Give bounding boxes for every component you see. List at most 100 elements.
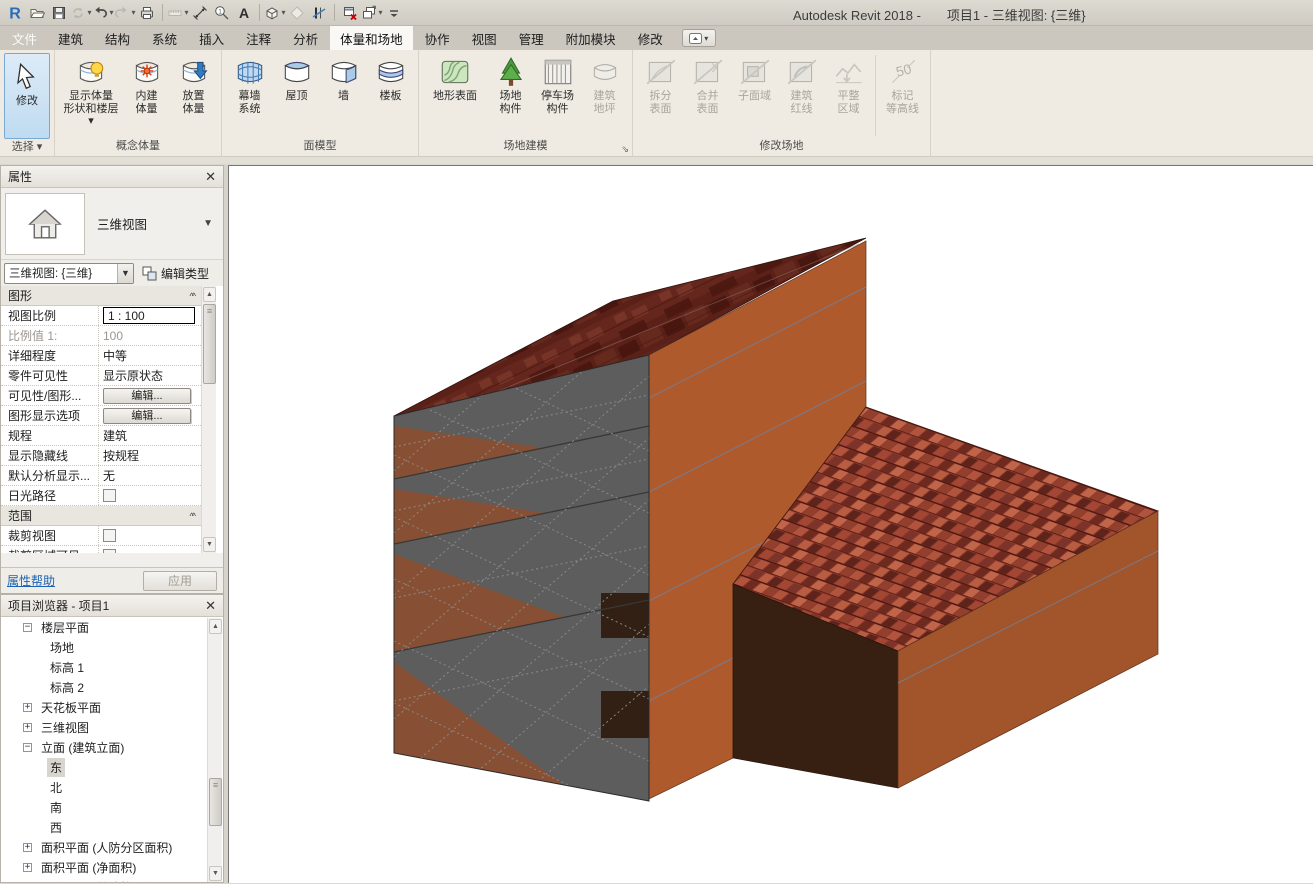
properties-help-link[interactable]: 属性帮助: [7, 572, 55, 589]
properties-scrollbar[interactable]: ▲ ▼: [201, 286, 216, 553]
expand-icon[interactable]: +: [23, 703, 32, 712]
scroll-down-icon[interactable]: ▼: [209, 866, 222, 881]
measure-icon[interactable]: ▾: [167, 2, 189, 24]
chevron-down-icon[interactable]: ▾: [87, 8, 91, 17]
property-value[interactable]: [99, 549, 201, 553]
checkbox[interactable]: [103, 549, 116, 553]
tab-体量和场地[interactable]: 体量和场地: [330, 26, 413, 50]
undo-icon[interactable]: ▾: [92, 2, 114, 24]
button-标记等高线[interactable]: 50标记 等高线: [879, 53, 926, 116]
tree-item-场地[interactable]: 场地: [1, 637, 223, 657]
button-平整区域[interactable]: 平整 区域: [825, 53, 872, 116]
drawing-area[interactable]: [228, 165, 1313, 883]
button-楼板[interactable]: 楼板: [367, 53, 414, 104]
switch-windows-icon[interactable]: ▾: [361, 2, 383, 24]
edit-button[interactable]: 编辑...: [103, 408, 191, 424]
section-icon[interactable]: [286, 2, 308, 24]
tab-注释[interactable]: 注释: [236, 26, 281, 50]
tree-item-三维视图[interactable]: +三维视图: [1, 717, 223, 737]
thin-lines-icon[interactable]: [308, 2, 330, 24]
panel-expander-icon[interactable]: ⇘: [621, 141, 629, 158]
collapse-icon[interactable]: −: [23, 623, 32, 632]
property-value[interactable]: 1 : 100: [99, 307, 201, 324]
tree-item-立面 (建筑立面)[interactable]: −立面 (建筑立面): [1, 737, 223, 757]
checkbox[interactable]: [103, 489, 116, 502]
button-场地构件[interactable]: 场地 构件: [487, 53, 534, 116]
checkbox[interactable]: [103, 529, 116, 542]
edit-type-button[interactable]: 编辑类型: [141, 265, 209, 282]
button-屋顶[interactable]: 屋顶: [273, 53, 320, 104]
tab-文件[interactable]: 文件: [3, 26, 46, 50]
customize-qat-icon[interactable]: [383, 2, 405, 24]
redo-icon[interactable]: ▾: [114, 2, 136, 24]
tab-结构[interactable]: 结构: [95, 26, 140, 50]
button-墙[interactable]: 墙: [320, 53, 367, 104]
ribbon-display-toggle[interactable]: ▾: [682, 29, 716, 47]
scroll-up-icon[interactable]: ▲: [209, 619, 222, 634]
chevron-down-icon[interactable]: ▼: [203, 218, 219, 229]
button-建筑红线[interactable]: 建筑 红线: [778, 53, 825, 116]
tree-item-面积平面 (人防分区面积)[interactable]: +面积平面 (人防分区面积): [1, 837, 223, 857]
tab-协作[interactable]: 协作: [415, 26, 460, 50]
button-地形表面[interactable]: 地形表面: [423, 53, 487, 104]
chevron-down-icon[interactable]: ▾: [109, 8, 113, 17]
tree-item-面积平面 (总建筑面积)[interactable]: +面积平面 (总建筑面积): [1, 877, 223, 882]
tree-item-南[interactable]: 南: [1, 797, 223, 817]
scroll-down-icon[interactable]: ▼: [203, 537, 216, 552]
button-修改[interactable]: 修改: [4, 53, 50, 139]
expand-icon[interactable]: +: [23, 723, 32, 732]
browser-scrollbar[interactable]: ▲ ▼: [207, 618, 222, 882]
revit-logo-icon[interactable]: R: [4, 2, 26, 24]
property-value[interactable]: [99, 489, 201, 502]
tab-管理[interactable]: 管理: [509, 26, 554, 50]
tab-修改[interactable]: 修改: [628, 26, 673, 50]
button-合并表面[interactable]: 合并 表面: [684, 53, 731, 116]
expand-icon[interactable]: +: [23, 843, 32, 852]
button-建筑地坪[interactable]: 建筑 地坪: [581, 53, 628, 116]
tab-视图[interactable]: 视图: [462, 26, 507, 50]
chevron-down-icon[interactable]: ▼: [117, 264, 133, 283]
chevron-down-icon[interactable]: ▾: [131, 8, 135, 17]
tree-item-北[interactable]: 北: [1, 777, 223, 797]
button-子面域[interactable]: 子面域: [731, 53, 778, 104]
scroll-up-icon[interactable]: ▲: [203, 287, 216, 302]
synchronize-icon[interactable]: ▾: [70, 2, 92, 24]
scrollbar-thumb[interactable]: [203, 304, 216, 384]
property-value[interactable]: 编辑...: [99, 408, 201, 424]
section-header-范围[interactable]: 范围^^: [1, 506, 201, 526]
expand-icon[interactable]: +: [23, 863, 32, 872]
tab-分析[interactable]: 分析: [283, 26, 328, 50]
tag-by-category-icon[interactable]: 1: [211, 2, 233, 24]
close-hidden-windows-icon[interactable]: [339, 2, 361, 24]
save-icon[interactable]: [48, 2, 70, 24]
text-icon[interactable]: A: [233, 2, 255, 24]
tree-item-标高 1[interactable]: 标高 1: [1, 657, 223, 677]
tab-系统[interactable]: 系统: [142, 26, 187, 50]
tab-建筑[interactable]: 建筑: [48, 26, 93, 50]
close-icon[interactable]: ✕: [205, 171, 216, 183]
open-icon[interactable]: [26, 2, 48, 24]
button-停车场构件[interactable]: 停车场 构件: [534, 53, 581, 116]
default-3d-view-icon[interactable]: ▾: [264, 2, 286, 24]
property-value[interactable]: [99, 529, 201, 542]
tree-item-东[interactable]: 东: [1, 757, 223, 777]
tree-item-天花板平面[interactable]: +天花板平面: [1, 697, 223, 717]
chevron-down-icon[interactable]: ▾: [281, 8, 285, 17]
tab-附加模块[interactable]: 附加模块: [556, 26, 626, 50]
tree-item-西[interactable]: 西: [1, 817, 223, 837]
tree-item-面积平面 (净面积)[interactable]: +面积平面 (净面积): [1, 857, 223, 877]
chevron-down-icon[interactable]: ▾: [378, 8, 382, 17]
aligned-dimension-icon[interactable]: [189, 2, 211, 24]
collapse-icon[interactable]: ^^: [190, 291, 194, 301]
button-内建体量[interactable]: 内建 体量: [123, 53, 170, 116]
chevron-down-icon[interactable]: ▾: [184, 8, 188, 17]
scrollbar-thumb[interactable]: [209, 778, 222, 826]
collapse-icon[interactable]: ^^: [190, 511, 194, 521]
property-value[interactable]: 编辑...: [99, 388, 201, 404]
edit-button[interactable]: 编辑...: [103, 388, 191, 404]
tab-插入[interactable]: 插入: [189, 26, 234, 50]
tree-item-楼层平面[interactable]: −楼层平面: [1, 617, 223, 637]
close-icon[interactable]: ✕: [205, 600, 216, 612]
view-selector-combo[interactable]: 三维视图: {三维} ▼: [4, 263, 134, 284]
print-icon[interactable]: [136, 2, 158, 24]
